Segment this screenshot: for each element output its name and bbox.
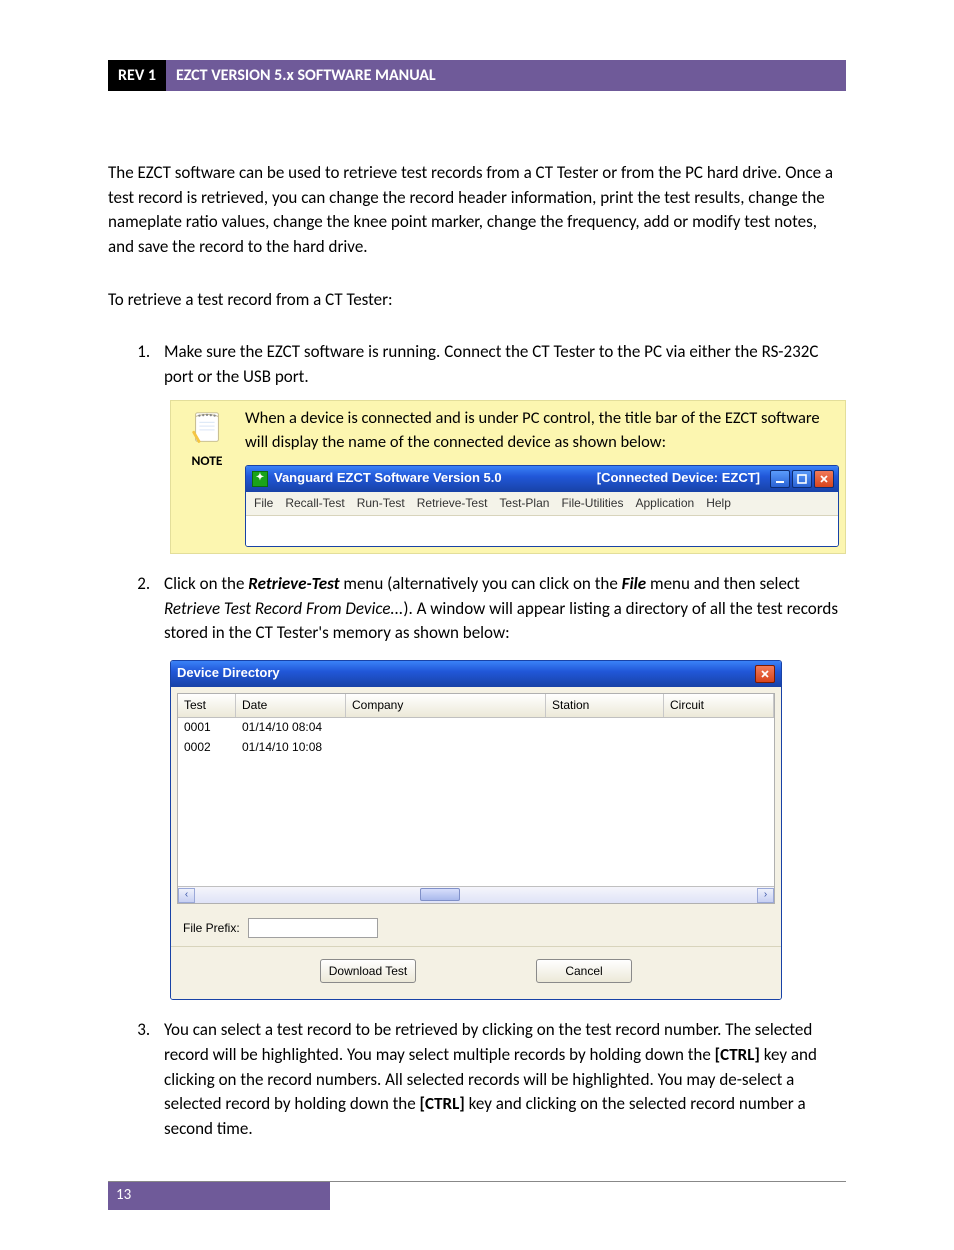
cell-date: 01/14/10 10:08 xyxy=(236,738,346,757)
maximize-button[interactable] xyxy=(792,470,812,488)
step-1: Make sure the EZCT software is running. … xyxy=(154,340,846,554)
window-controls xyxy=(770,470,834,488)
scroll-thumb[interactable] xyxy=(420,888,460,901)
retrieve-intro: To retrieve a test record from a CT Test… xyxy=(108,288,846,313)
app-menubar: File Recall-Test Run-Test Retrieve-Test … xyxy=(246,492,838,516)
menu-retrieve-test[interactable]: Retrieve-Test xyxy=(417,495,488,512)
step-1-text: Make sure the EZCT software is running. … xyxy=(164,341,818,387)
menu-application[interactable]: Application xyxy=(635,495,694,512)
retrieve-menuitem-name: Retrieve Test Record From Device... xyxy=(164,598,403,619)
step-3: You can select a test record to be retri… xyxy=(154,1018,846,1141)
file-prefix-label: File Prefix: xyxy=(183,920,240,937)
download-test-button[interactable]: Download Test xyxy=(320,959,416,983)
note-text: When a device is connected and is under … xyxy=(245,408,820,452)
cancel-button[interactable]: Cancel xyxy=(536,959,632,983)
app-titlebar: ✦ Vanguard EZCT Software Version 5.0 [Co… xyxy=(246,466,838,492)
scroll-right-arrow-icon[interactable]: › xyxy=(757,888,774,903)
cell-test: 0002 xyxy=(178,738,236,757)
ctrl-key-1: [CTRL] xyxy=(715,1044,760,1065)
step-2-mid2: menu and then select xyxy=(646,573,800,594)
cell-circuit xyxy=(664,718,774,737)
app-title-right: [Connected Device: EZCT] xyxy=(597,469,760,488)
cell-station xyxy=(546,718,664,737)
page-footer: 13 xyxy=(108,1181,846,1210)
listview-body: 0001 01/14/10 08:04 0002 01/14/10 10:08 xyxy=(178,718,774,886)
app-title-left: Vanguard EZCT Software Version 5.0 xyxy=(274,469,502,488)
notepad-icon xyxy=(188,409,226,447)
dialog-close-button[interactable] xyxy=(755,665,775,683)
col-circuit[interactable]: Circuit xyxy=(664,694,774,717)
cell-date: 01/14/10 08:04 xyxy=(236,718,346,737)
dialog-buttons: Download Test Cancel xyxy=(171,946,781,999)
menu-test-plan[interactable]: Test-Plan xyxy=(499,495,549,512)
file-menu-name: File xyxy=(622,573,647,594)
app-client-area xyxy=(246,516,838,546)
step-2-mid1: menu (alternatively you can click on the xyxy=(340,573,622,594)
device-directory-dialog: Device Directory Test Date Company Stati… xyxy=(170,660,782,1000)
step-2: Click on the Retrieve-Test menu (alterna… xyxy=(154,572,846,1000)
note-label: NOTE xyxy=(192,451,223,471)
menu-file[interactable]: File xyxy=(254,495,273,512)
listview-header: Test Date Company Station Circuit xyxy=(178,694,774,718)
cell-company xyxy=(346,738,546,757)
minimize-button[interactable] xyxy=(770,470,790,488)
step-2-prefix: Click on the xyxy=(164,573,248,594)
horizontal-scrollbar[interactable]: ‹ › xyxy=(178,886,774,903)
document-header: REV 1 EZCT VERSION 5.x SOFTWARE MANUAL xyxy=(108,60,846,91)
close-button[interactable] xyxy=(814,470,834,488)
app-icon: ✦ xyxy=(252,471,268,487)
retrieve-test-menu-name: Retrieve-Test xyxy=(248,573,339,594)
page-number: 13 xyxy=(108,1182,330,1210)
menu-help[interactable]: Help xyxy=(706,495,731,512)
cell-company xyxy=(346,718,546,737)
test-listview[interactable]: Test Date Company Station Circuit 0001 0… xyxy=(177,693,775,904)
note-box: NOTE When a device is connected and is u… xyxy=(170,400,846,554)
file-prefix-row: File Prefix: xyxy=(171,910,781,946)
scroll-left-arrow-icon[interactable]: ‹ xyxy=(178,888,195,903)
col-test[interactable]: Test xyxy=(178,694,236,717)
menu-run-test[interactable]: Run-Test xyxy=(357,495,405,512)
cell-test: 0001 xyxy=(178,718,236,737)
steps-list: Make sure the EZCT software is running. … xyxy=(154,340,846,1141)
ctrl-key-2: [CTRL] xyxy=(420,1093,465,1114)
cell-circuit xyxy=(664,738,774,757)
header-rev: REV 1 xyxy=(108,60,166,91)
list-item[interactable]: 0002 01/14/10 10:08 xyxy=(178,738,774,757)
menu-file-utilities[interactable]: File-Utilities xyxy=(561,495,623,512)
col-company[interactable]: Company xyxy=(346,694,546,717)
col-station[interactable]: Station xyxy=(546,694,664,717)
app-window: ✦ Vanguard EZCT Software Version 5.0 [Co… xyxy=(245,465,839,547)
file-prefix-input[interactable] xyxy=(248,918,378,938)
intro-paragraph: The EZCT software can be used to retriev… xyxy=(108,161,846,260)
dialog-titlebar: Device Directory xyxy=(171,661,781,687)
list-item[interactable]: 0001 01/14/10 08:04 xyxy=(178,718,774,737)
dialog-title: Device Directory xyxy=(177,664,280,683)
col-date[interactable]: Date xyxy=(236,694,346,717)
header-title: EZCT VERSION 5.x SOFTWARE MANUAL xyxy=(166,60,846,91)
menu-recall-test[interactable]: Recall-Test xyxy=(285,495,344,512)
scroll-track[interactable] xyxy=(195,888,757,903)
cell-station xyxy=(546,738,664,757)
